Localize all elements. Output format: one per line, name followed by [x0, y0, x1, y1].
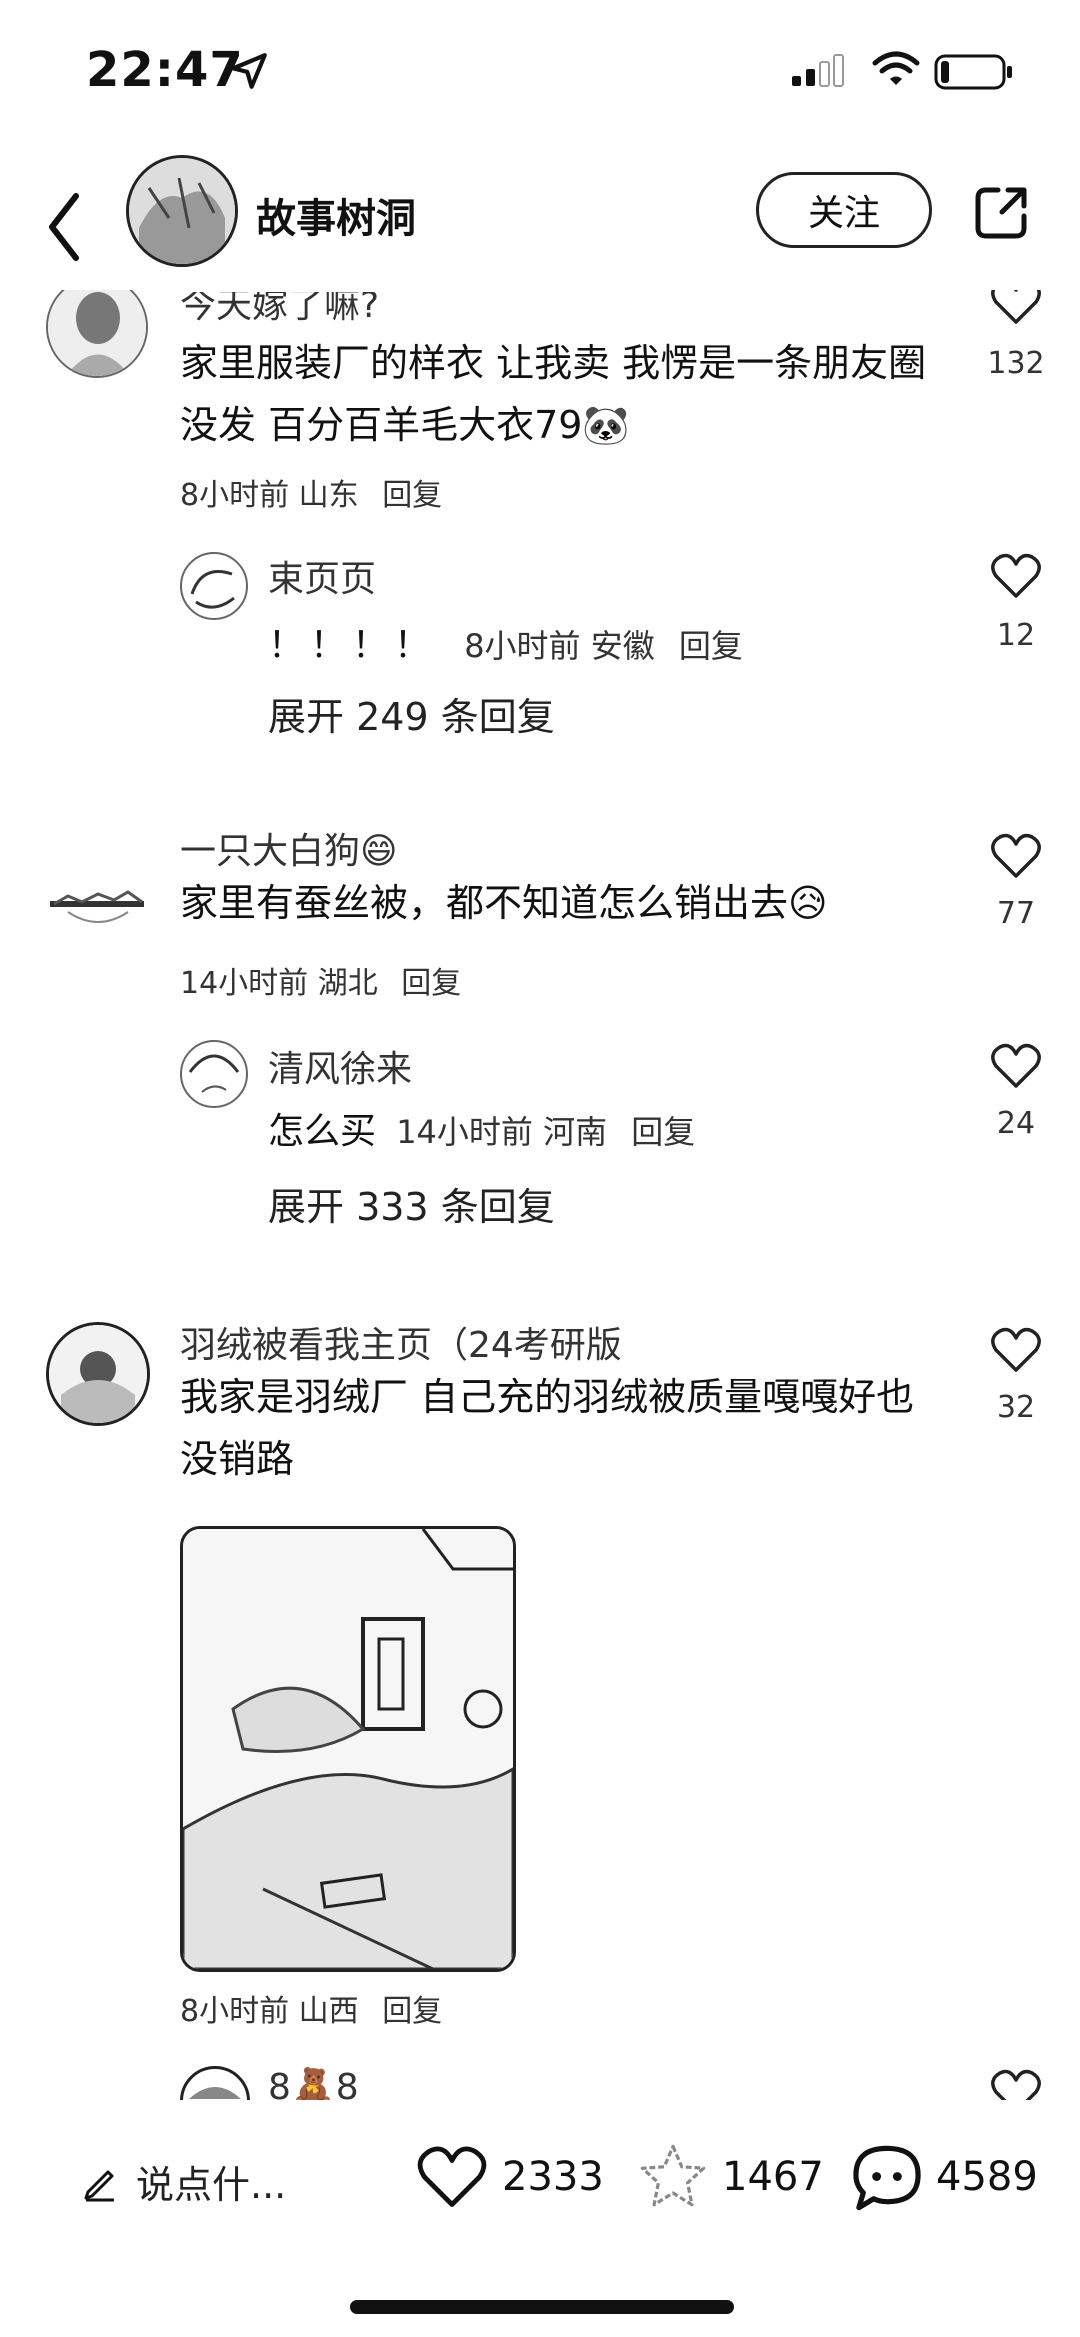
- comment-text[interactable]: 家里有蚕丝被，都不知道怎么销出去😥: [180, 872, 950, 934]
- heart-icon[interactable]: [416, 2144, 488, 2210]
- reply-text[interactable]: 怎么买: [268, 1111, 376, 1152]
- reply-line: ！！！！ 8小时前 安徽 回复: [268, 616, 743, 668]
- home-indicator[interactable]: [350, 2300, 734, 2314]
- comment-meta: 8小时前 山西 回复: [180, 1986, 442, 2030]
- pen-icon[interactable]: [80, 2162, 120, 2202]
- like-total: 2333: [502, 2154, 604, 2200]
- avatar-sketch-icon: [188, 1054, 240, 1093]
- comment-location: 湖北: [317, 966, 378, 1001]
- comment-text[interactable]: 我家是羽绒厂 自己充的羽绒被质量嘎嘎好也没销路: [180, 1366, 940, 1490]
- comment-avatar[interactable]: [46, 1322, 150, 1426]
- comment-avatar[interactable]: [46, 290, 148, 378]
- comment-author[interactable]: 羽绒被看我主页（24考研版: [180, 1316, 622, 1368]
- reply-avatar[interactable]: [180, 552, 248, 620]
- avatar-photo-icon: [48, 290, 146, 376]
- comment-total: 4589: [936, 2154, 1038, 2200]
- comment-author[interactable]: 8🧸8: [268, 2066, 359, 2100]
- comment-list[interactable]: 今天嫁了嘛? 家里服装厂的样衣 让我卖 我愣是一条朋友圈没发 百分百羊毛大衣79…: [0, 290, 1080, 2100]
- like-count: 77: [996, 896, 1036, 931]
- reply-link[interactable]: 回复: [382, 1994, 442, 2029]
- share-icon[interactable]: [972, 182, 1032, 242]
- reply-text[interactable]: ！！！！: [268, 625, 436, 666]
- comment-location: 山西: [298, 1994, 359, 2029]
- reply-link[interactable]: 回复: [631, 1113, 695, 1151]
- comment-avatar[interactable]: [180, 2066, 250, 2100]
- like-count: 132: [987, 346, 1045, 381]
- bottom-action-bar: 说点什... 2333 1467 4589: [0, 2110, 1080, 2240]
- heart-icon[interactable]: [990, 1042, 1042, 1090]
- heart-icon[interactable]: [990, 290, 1042, 326]
- reply-time: 8小时前: [464, 627, 581, 665]
- reply-author[interactable]: 束页页: [268, 550, 376, 602]
- status-time: 22:47: [86, 42, 244, 98]
- avatar-sketch-icon: [190, 570, 235, 609]
- favorite-total: 1467: [722, 2154, 824, 2200]
- battery-icon: [934, 54, 1012, 90]
- wifi-icon: [872, 51, 920, 85]
- photo-thumbnail: [183, 1529, 513, 1969]
- comment-time: 8小时前: [180, 478, 290, 513]
- comment-image[interactable]: [180, 1526, 516, 1972]
- avatar-landscape-icon: [50, 890, 144, 923]
- comment-meta: 8小时前 山东 回复: [180, 470, 442, 514]
- like-count: 32: [996, 1390, 1036, 1425]
- heart-icon[interactable]: [990, 832, 1042, 880]
- comment-bubble-icon[interactable]: [850, 2142, 924, 2214]
- comment-avatar[interactable]: [46, 850, 148, 952]
- expand-replies-button[interactable]: 展开 333 条回复: [268, 1176, 555, 1231]
- reply-link[interactable]: 回复: [401, 966, 461, 1001]
- reply-location: 河南: [543, 1113, 608, 1151]
- heart-icon[interactable]: [990, 1326, 1042, 1374]
- reply-location: 安徽: [590, 627, 655, 665]
- expand-replies-button[interactable]: 展开 249 条回复: [268, 686, 555, 741]
- status-bar: 22:47: [0, 0, 1080, 140]
- avatar-sketch-icon: [189, 2087, 241, 2099]
- comment-author[interactable]: 一只大白狗😄: [180, 822, 398, 874]
- like-count: 24: [996, 1106, 1036, 1141]
- header-avatar[interactable]: [126, 155, 238, 267]
- reply-time: 14小时前: [396, 1113, 533, 1151]
- reply-line: 怎么买 14小时前 河南 回复: [268, 1102, 695, 1154]
- follow-button[interactable]: 关注: [756, 172, 932, 248]
- heart-icon[interactable]: [990, 2068, 1042, 2100]
- comment-location: 山东: [298, 478, 359, 513]
- reply-link[interactable]: 回复: [679, 627, 743, 665]
- avatar-sketch-icon: [129, 158, 235, 264]
- heart-icon[interactable]: [990, 552, 1042, 600]
- comment-input[interactable]: 说点什...: [136, 2154, 286, 2209]
- comment-text[interactable]: 家里服装厂的样衣 让我卖 我愣是一条朋友圈没发 百分百羊毛大衣79🐼: [180, 332, 950, 456]
- comment-time: 14小时前: [180, 966, 309, 1001]
- reply-avatar[interactable]: [180, 1040, 248, 1108]
- reply-author[interactable]: 清风徐来: [268, 1040, 412, 1092]
- star-icon[interactable]: [636, 2142, 710, 2212]
- comment-time: 8小时前: [180, 1994, 290, 2029]
- avatar-photo-icon: [49, 1325, 147, 1423]
- cellular-signal-icon: [792, 54, 844, 87]
- back-chevron-icon[interactable]: [40, 182, 90, 272]
- comment-author[interactable]: 今天嫁了嘛?: [180, 292, 379, 328]
- reply-link[interactable]: 回复: [382, 478, 442, 513]
- comment-meta: 14小时前 湖北 回复: [180, 958, 461, 1002]
- location-arrow-icon: [231, 53, 267, 89]
- page-title: 故事树洞: [256, 196, 416, 242]
- like-count: 12: [996, 618, 1036, 653]
